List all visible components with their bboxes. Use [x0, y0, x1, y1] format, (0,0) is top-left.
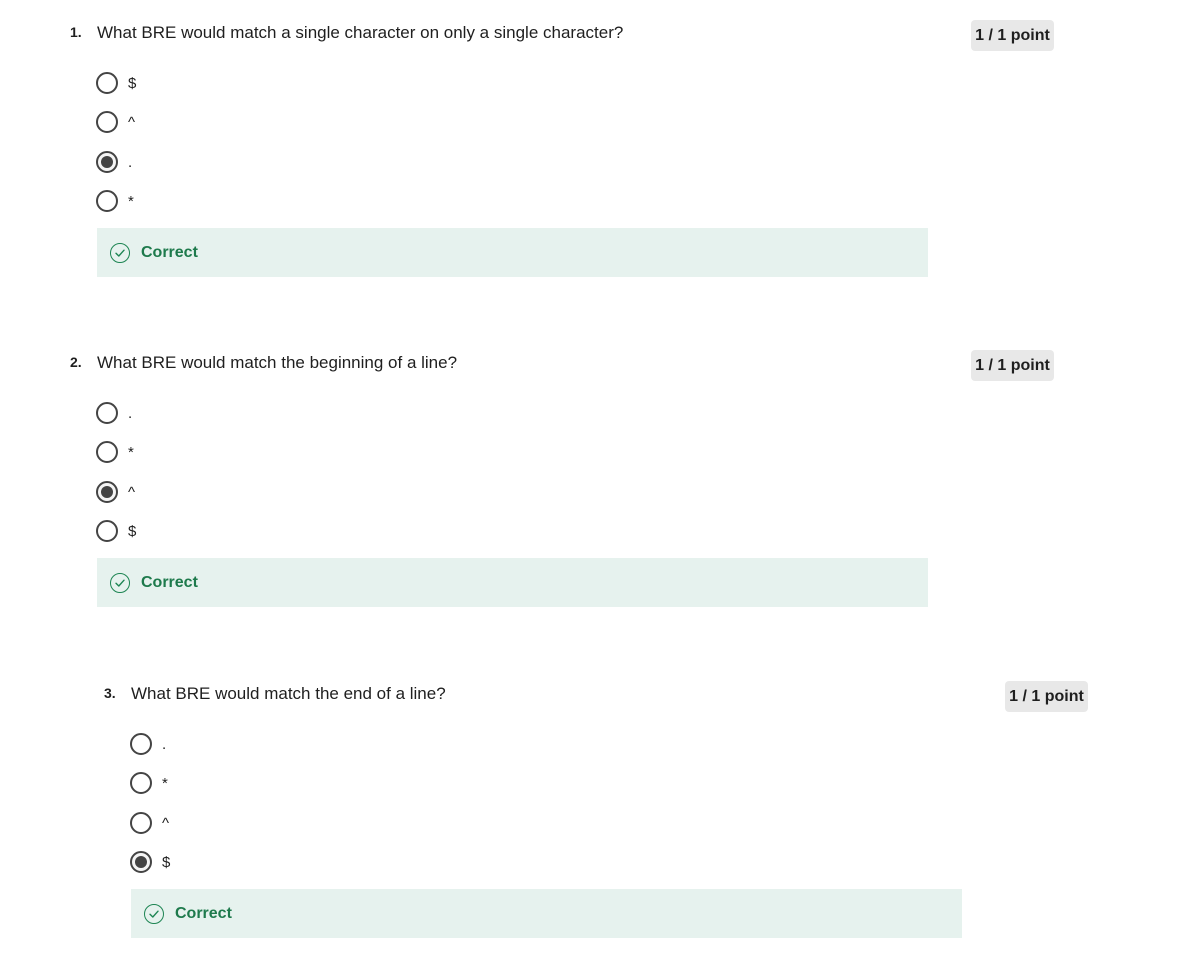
- option-label: $: [162, 853, 171, 871]
- option-2[interactable]: *: [96, 441, 134, 463]
- option-4[interactable]: *: [96, 190, 134, 212]
- radio-button[interactable]: [130, 812, 152, 834]
- option-label: $: [128, 74, 137, 92]
- check-circle-icon: [144, 903, 164, 924]
- option-3[interactable]: .: [96, 151, 132, 173]
- option-3[interactable]: ^: [130, 812, 169, 834]
- points-badge: 1 / 1 point: [971, 20, 1054, 51]
- option-1[interactable]: $: [96, 72, 136, 94]
- radio-button[interactable]: [130, 772, 152, 794]
- radio-button[interactable]: [96, 190, 118, 212]
- option-label: .: [128, 153, 133, 171]
- feedback-banner: Correct: [97, 558, 928, 607]
- option-1[interactable]: .: [130, 733, 166, 755]
- question-text: What BRE would match the beginning of a …: [97, 353, 458, 372]
- option-4[interactable]: $: [96, 520, 136, 542]
- option-2[interactable]: ^: [96, 111, 135, 133]
- radio-button[interactable]: [96, 441, 118, 463]
- option-label: ^: [128, 483, 136, 501]
- option-2[interactable]: *: [130, 772, 168, 794]
- question-text: What BRE would match a single character …: [97, 23, 624, 42]
- option-label: *: [128, 192, 134, 210]
- question-number: 2.: [70, 354, 82, 370]
- check-circle-icon: [110, 242, 130, 263]
- option-4[interactable]: $: [130, 851, 170, 873]
- radio-button[interactable]: [130, 851, 152, 873]
- option-label: .: [128, 404, 133, 422]
- radio-button[interactable]: [96, 111, 118, 133]
- option-label: ^: [162, 814, 170, 832]
- option-1[interactable]: .: [96, 402, 132, 424]
- radio-button[interactable]: [96, 520, 118, 542]
- question-text: What BRE would match the end of a line?: [131, 684, 446, 703]
- feedback-banner: Correct: [131, 889, 962, 938]
- radio-button[interactable]: [130, 733, 152, 755]
- option-label: $: [128, 522, 137, 540]
- question-number: 1.: [70, 24, 82, 40]
- option-label: *: [128, 443, 134, 461]
- feedback-banner: Correct: [97, 228, 928, 277]
- option-label: .: [162, 735, 167, 753]
- option-3[interactable]: ^: [96, 481, 135, 503]
- points-badge: 1 / 1 point: [1005, 681, 1088, 712]
- feedback-label: Correct: [175, 904, 232, 922]
- check-circle-icon: [110, 572, 130, 593]
- radio-button[interactable]: [96, 402, 118, 424]
- radio-button[interactable]: [96, 72, 118, 94]
- option-label: ^: [128, 113, 136, 131]
- radio-button[interactable]: [96, 481, 118, 503]
- option-label: *: [162, 774, 168, 792]
- question-number: 3.: [104, 685, 116, 701]
- feedback-label: Correct: [141, 573, 198, 591]
- points-badge: 1 / 1 point: [971, 350, 1054, 381]
- radio-button[interactable]: [96, 151, 118, 173]
- feedback-label: Correct: [141, 243, 198, 261]
